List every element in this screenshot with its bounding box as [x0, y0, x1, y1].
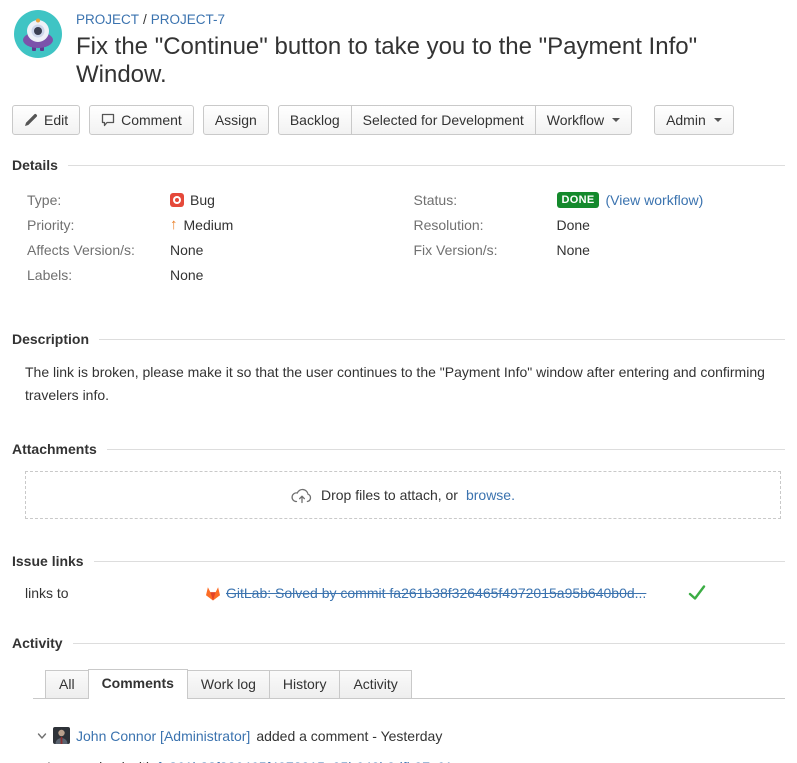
attachment-dropzone[interactable]: Drop files to attach, or browse. — [25, 471, 781, 519]
gitlab-commit-link[interactable]: GitLab: Solved by commit fa261b38f326465… — [226, 585, 646, 601]
affects-version-value: None — [170, 242, 203, 258]
resolution-label: Resolution: — [399, 217, 557, 233]
priority-field: Priority: ↑ Medium — [12, 212, 399, 237]
workflow-dropdown-button[interactable]: Workflow — [535, 105, 632, 135]
priority-medium-icon: ↑ — [170, 216, 178, 233]
details-left-column: Type: Bug Priority: ↑ Medium Affects Ver… — [12, 187, 399, 287]
edit-button[interactable]: Edit — [12, 105, 80, 135]
backlog-button[interactable]: Backlog — [278, 105, 352, 135]
status-badge: DONE — [557, 192, 600, 208]
attachments-heading: Attachments — [12, 441, 97, 457]
comment-button-label: Comment — [121, 112, 182, 128]
heading-rule — [73, 643, 785, 644]
breadcrumb-project-link[interactable]: PROJECT — [76, 12, 139, 27]
issue-links-section: Issue links links to GitLab: Solved by c… — [0, 553, 797, 601]
breadcrumb-issue-link[interactable]: PROJECT-7 — [151, 12, 225, 27]
tab-activity[interactable]: Activity — [339, 670, 411, 698]
issue-title: Fix the "Continue" button to take you to… — [76, 33, 785, 89]
status-label: Status: — [399, 192, 557, 208]
pencil-icon — [24, 113, 38, 127]
collapse-chevron-icon[interactable] — [37, 731, 47, 741]
edit-button-label: Edit — [44, 112, 68, 128]
details-section: Details Type: Bug Priority: ↑ Medium Aff… — [0, 157, 797, 287]
assign-button-label: Assign — [215, 112, 257, 128]
description-heading: Description — [12, 331, 89, 347]
paren-close: ) — [699, 192, 704, 208]
project-avatar-icon — [14, 10, 62, 58]
dropzone-text: Drop files to attach, or — [321, 487, 458, 503]
labels-label: Labels: — [12, 267, 170, 283]
resolution-value: Done — [557, 217, 590, 233]
selected-for-development-button[interactable]: Selected for Development — [351, 105, 536, 135]
type-field: Type: Bug — [12, 187, 399, 212]
resolution-field: Resolution: Done — [399, 212, 786, 237]
comment-bubble-icon — [101, 113, 115, 127]
heading-rule — [94, 561, 785, 562]
comment-text: Issue solved with — [47, 759, 158, 763]
breadcrumb-separator: / — [143, 12, 147, 27]
heading-rule — [107, 449, 785, 450]
issue-link-row: links to GitLab: Solved by commit fa261b… — [12, 585, 785, 601]
status-field: Status: DONE (View workflow) — [399, 187, 786, 212]
affects-version-field: Affects Version/s: None — [12, 237, 399, 262]
tab-work-log[interactable]: Work log — [187, 670, 270, 698]
tab-history[interactable]: History — [269, 670, 341, 698]
link-relation-label: links to — [12, 585, 205, 601]
details-heading: Details — [12, 157, 58, 173]
attachments-section: Attachments Drop files to attach, or bro… — [0, 441, 797, 519]
priority-value: Medium — [184, 217, 234, 233]
commit-hash-link[interactable]: fa261b38f326465f4972015a95b640b0dfb97c61… — [158, 759, 457, 763]
activity-tabs: All Comments Work log History Activity — [33, 669, 785, 699]
breadcrumb: PROJECT / PROJECT-7 — [76, 12, 785, 27]
fix-version-value: None — [557, 242, 590, 258]
heading-rule — [68, 165, 785, 166]
toolbar: Edit Comment Assign Backlog Selected for… — [12, 105, 785, 135]
assign-button[interactable]: Assign — [203, 105, 269, 135]
comment-body: Issue solved with fa261b38f326465f497201… — [47, 759, 785, 763]
fix-version-field: Fix Version/s: None — [399, 237, 786, 262]
resolved-check-icon — [688, 585, 706, 601]
comment-button[interactable]: Comment — [89, 105, 194, 135]
issue-links-heading: Issue links — [12, 553, 84, 569]
view-workflow-link[interactable]: View workflow — [610, 192, 698, 208]
issue-header: PROJECT / PROJECT-7 Fix the "Continue" but… — [0, 0, 797, 89]
workflow-button-group: Backlog Selected for Development Workflo… — [278, 105, 632, 135]
gitlab-icon — [205, 586, 226, 601]
user-avatar — [53, 727, 70, 744]
comment-header: John Connor [Administrator] added a comm… — [37, 727, 785, 744]
activity-heading: Activity — [12, 635, 63, 651]
tab-all[interactable]: All — [45, 670, 89, 698]
details-right-column: Status: DONE (View workflow) Resolution:… — [399, 187, 786, 287]
labels-value: None — [170, 267, 203, 283]
comment-action-text: added a comment - Yesterday — [256, 728, 442, 744]
admin-dropdown-button[interactable]: Admin — [654, 105, 734, 135]
browse-link[interactable]: browse. — [466, 487, 515, 503]
bug-type-icon — [170, 193, 184, 207]
type-value: Bug — [190, 192, 215, 208]
chevron-down-icon — [612, 118, 620, 122]
labels-field: Labels: None — [12, 262, 399, 287]
description-text: The link is broken, please make it so th… — [12, 361, 785, 407]
cloud-upload-icon — [291, 486, 313, 504]
workflow-dropdown-label: Workflow — [547, 112, 604, 128]
tab-comments[interactable]: Comments — [88, 669, 188, 699]
backlog-button-label: Backlog — [290, 112, 340, 128]
selected-for-development-label: Selected for Development — [363, 112, 524, 128]
activity-section: Activity All Comments Work log History A… — [0, 635, 797, 763]
admin-dropdown-label: Admin — [666, 112, 706, 128]
heading-rule — [99, 339, 785, 340]
comment-author-link[interactable]: John Connor [Administrator] — [76, 728, 250, 744]
priority-label: Priority: — [12, 217, 170, 233]
description-section: Description The link is broken, please m… — [0, 331, 797, 407]
chevron-down-icon — [714, 118, 722, 122]
type-label: Type: — [12, 192, 170, 208]
affects-version-label: Affects Version/s: — [12, 242, 170, 258]
fix-version-label: Fix Version/s: — [399, 242, 557, 258]
